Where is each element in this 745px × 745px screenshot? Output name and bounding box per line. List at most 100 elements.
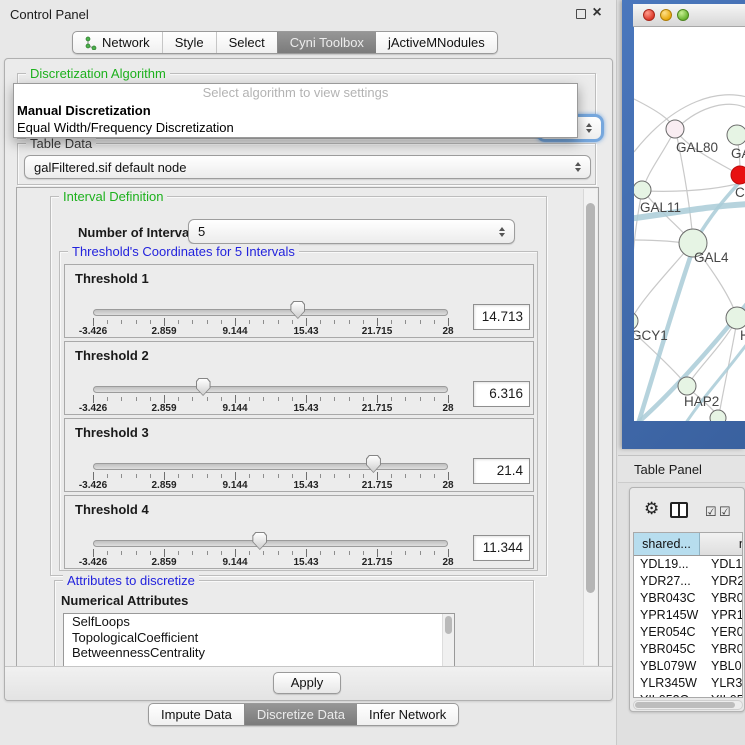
tab-label: Select: [229, 35, 265, 50]
algorithm-option-equal-width-frequency-discretization[interactable]: Equal Width/Frequency Discretization: [14, 119, 577, 136]
slider-track[interactable]: [93, 386, 448, 393]
numerical-attributes-list[interactable]: SelfLoopsTopologicalCoefficientBetweenne…: [63, 613, 455, 667]
apply-button[interactable]: Apply: [273, 672, 341, 694]
list-scrollbar-thumb[interactable]: [445, 616, 452, 634]
attribute-list-item[interactable]: SelfLoops: [64, 614, 454, 630]
network-edge: [689, 321, 736, 383]
attribute-list-item[interactable]: BetweennessCentrality: [64, 645, 454, 661]
tab-label: Network: [102, 35, 150, 50]
close-traffic-light-icon[interactable]: [643, 9, 655, 21]
network-node[interactable]: [634, 181, 651, 199]
tab-style[interactable]: Style: [162, 32, 216, 53]
tab-impute-data[interactable]: Impute Data: [149, 704, 244, 725]
slider-thumb[interactable]: [290, 301, 305, 319]
attributes-group: Attributes to discretize Numerical Attri…: [54, 580, 534, 667]
tab-jactivemnodules[interactable]: jActiveMNodules: [376, 32, 497, 53]
slider-thumb[interactable]: [252, 532, 267, 550]
spinner-arrows-icon: [499, 227, 505, 237]
cell-shared-name: YLR345W: [634, 675, 700, 692]
slider-thumb[interactable]: [366, 455, 381, 473]
tab-discretize-data[interactable]: Discretize Data: [244, 704, 357, 725]
cell-shared-name: YIL052C: [634, 692, 700, 698]
zoom-traffic-light-icon[interactable]: [677, 9, 689, 21]
network-node[interactable]: [666, 120, 684, 138]
network-window-titlebar: [633, 4, 745, 27]
table-panel-title: Table Panel: [634, 462, 702, 477]
algorithm-dropdown-popup: Select algorithm to view settings Manual…: [13, 83, 578, 138]
numerical-attributes-label: Numerical Attributes: [61, 593, 188, 608]
tab-label: jActiveMNodules: [388, 35, 485, 50]
vertical-scrollbar[interactable]: [583, 189, 597, 665]
table-row[interactable]: YBR045CYBR04: [634, 641, 743, 658]
settings-scroll-viewport: Interval Definition Number of Intervals …: [16, 187, 599, 667]
network-node[interactable]: [710, 410, 726, 421]
table-row[interactable]: YER054CYER05: [634, 624, 743, 641]
threshold-value-field[interactable]: 21.4: [473, 458, 530, 484]
table-row[interactable]: YBR043CYBR04: [634, 590, 743, 607]
slider-track[interactable]: [93, 540, 448, 547]
horizontal-scrollbar-thumb[interactable]: [635, 702, 735, 708]
cell-shared-name: YDR27...: [634, 573, 700, 590]
table-row[interactable]: YIL052CYIL05: [634, 692, 743, 698]
cell-shared-name: YPR145W: [634, 607, 700, 624]
table-row[interactable]: YLR345WYLR34: [634, 675, 743, 692]
number-of-intervals-spinner[interactable]: 5: [188, 219, 515, 244]
tab-select[interactable]: Select: [216, 32, 277, 53]
network-node-label: GAL80: [676, 140, 718, 155]
tab-network[interactable]: Network: [73, 32, 162, 53]
network-canvas[interactable]: GAL80GACGAL11GAL4GCY1HHAP2: [634, 27, 745, 421]
float-window-icon[interactable]: [576, 9, 586, 19]
tab-label: Discretize Data: [257, 707, 345, 722]
table-panel-header: Table Panel: [618, 455, 745, 483]
close-icon[interactable]: ×: [590, 3, 604, 23]
table-row[interactable]: YDL19...YDL19: [634, 556, 743, 573]
control-panel-titlebar: Control Panel ×: [0, 0, 616, 28]
vertical-scrollbar-thumb[interactable]: [586, 203, 595, 593]
cell-name: YBR04: [700, 641, 743, 658]
slider-track[interactable]: [93, 309, 448, 316]
threshold-value-field[interactable]: 6.316: [473, 381, 530, 407]
checkbox-checked-icon[interactable]: ☑: [705, 504, 717, 520]
cell-shared-name: YBL079W: [634, 658, 700, 675]
network-node-label: GA: [731, 146, 745, 161]
split-columns-icon[interactable]: [670, 502, 688, 518]
tab-label: Infer Network: [369, 707, 446, 722]
column-header-name[interactable]: name: [700, 533, 743, 555]
threshold-value-field[interactable]: 11.344: [473, 535, 530, 561]
network-node[interactable]: [727, 125, 745, 145]
table-row[interactable]: YBL079WYBL07: [634, 658, 743, 675]
network-node-label: H: [740, 328, 745, 343]
column-header-shared-name[interactable]: shared...: [634, 533, 700, 555]
threshold-panel-3: Threshold 3-3.4262.8599.14415.4321.71528…: [64, 418, 534, 492]
tab-cyni-toolbox[interactable]: Cyni Toolbox: [277, 32, 376, 53]
interval-definition-group-title: Interval Definition: [59, 189, 167, 204]
thresholds-group-title: Threshold's Coordinates for 5 Intervals: [68, 244, 299, 259]
network-node[interactable]: [731, 166, 745, 184]
table-toolbar: ⚙ ☑ ☑: [630, 488, 744, 532]
table-row[interactable]: YPR145WYPR14: [634, 607, 743, 624]
slider-track[interactable]: [93, 463, 448, 470]
cell-name: YPR14: [700, 607, 743, 624]
threshold-label: Threshold 4: [75, 502, 149, 517]
slider-tick-labels: -3.4262.8599.14415.4321.71528: [93, 480, 448, 492]
gear-icon[interactable]: ⚙: [644, 499, 659, 519]
cell-shared-name: YER054C: [634, 624, 700, 641]
network-node-label: C: [735, 185, 745, 200]
network-node[interactable]: [726, 307, 745, 329]
minimize-traffic-light-icon[interactable]: [660, 9, 672, 21]
attribute-list-item[interactable]: TopologicalCoefficient: [64, 630, 454, 646]
checkbox-checked-icon[interactable]: ☑: [719, 504, 731, 520]
list-scrollbar[interactable]: [442, 614, 454, 667]
table-row[interactable]: YDR27...YDR27: [634, 573, 743, 590]
threshold-value-field[interactable]: 14.713: [473, 304, 530, 330]
attributes-group-title: Attributes to discretize: [63, 573, 199, 588]
algorithm-option-manual-discretization[interactable]: Manual Discretization: [14, 102, 577, 119]
network-icon: [85, 36, 97, 50]
network-node[interactable]: [678, 377, 696, 395]
slider-thumb[interactable]: [196, 378, 211, 396]
table-data-combobox-value: galFiltered.sif default node: [34, 156, 186, 178]
table-data-combobox[interactable]: galFiltered.sif default node: [24, 155, 591, 179]
network-edge: [645, 181, 745, 191]
horizontal-scrollbar[interactable]: [633, 700, 743, 710]
tab-infer-network[interactable]: Infer Network: [357, 704, 458, 725]
